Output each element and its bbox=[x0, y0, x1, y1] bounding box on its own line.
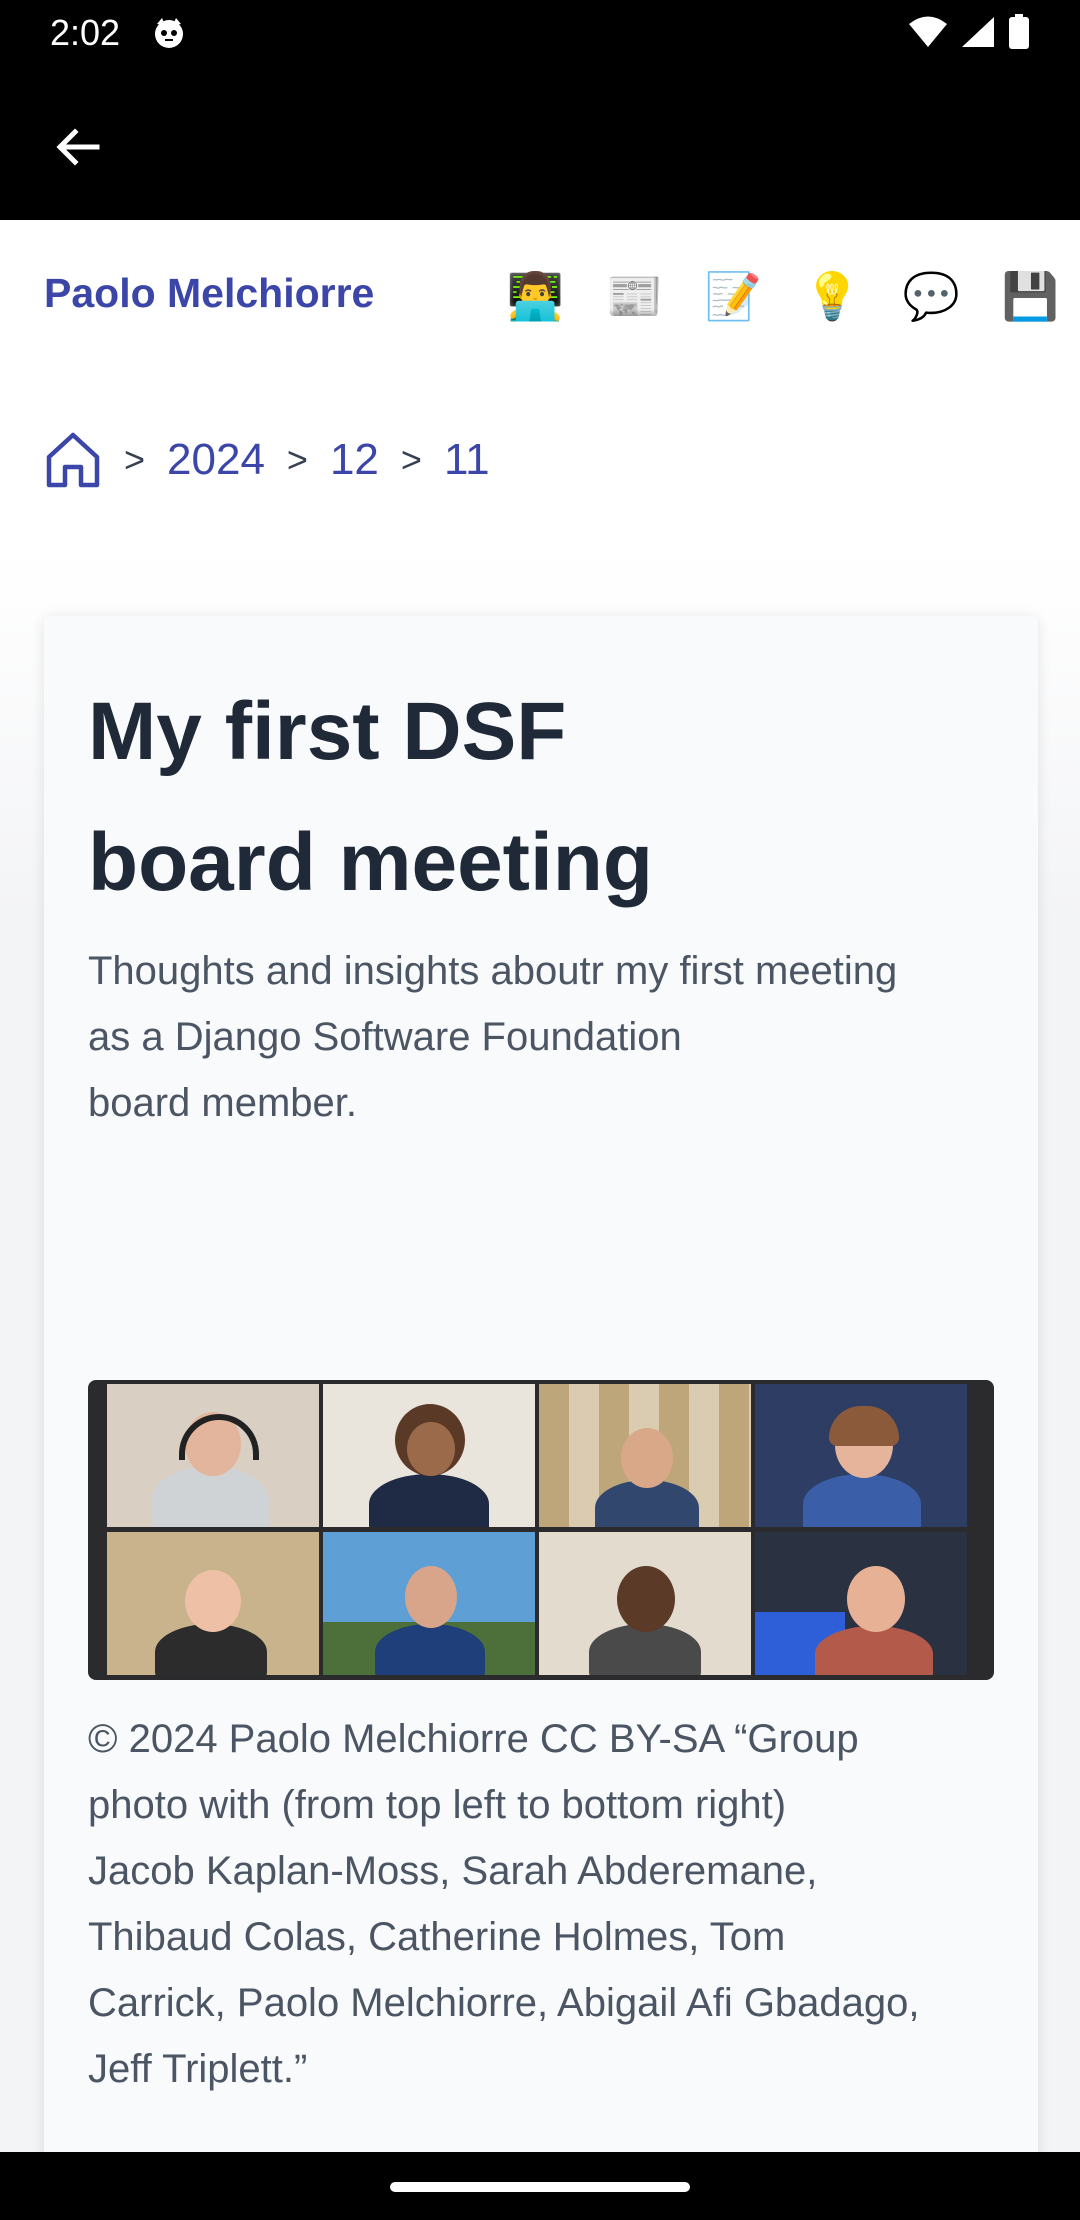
home-gesture-handle[interactable] bbox=[390, 2182, 690, 2192]
wifi-icon bbox=[909, 16, 947, 47]
breadcrumb-day[interactable]: 11 bbox=[444, 435, 490, 485]
light-bulb-icon[interactable]: 💡 bbox=[783, 268, 882, 324]
web-content: Paolo Melchiorre 👨‍💻 📰 📝 💡 💬 💾 > 2024 > … bbox=[0, 220, 1080, 2152]
breadcrumb-year[interactable]: 2024 bbox=[167, 435, 265, 485]
app-bar bbox=[0, 66, 1080, 220]
breadcrumb-home[interactable] bbox=[44, 431, 102, 489]
post-subtitle-line: board member. bbox=[88, 1081, 358, 1125]
photo-tile bbox=[755, 1384, 967, 1527]
photo-tile bbox=[755, 1532, 967, 1675]
post-subtitle: Thoughts and insights aboutr my first me… bbox=[88, 938, 1008, 1136]
photo-tile bbox=[107, 1532, 319, 1675]
caption-line: Jeff Triplett.” bbox=[88, 2047, 308, 2091]
floppy-disk-icon[interactable]: 💾 bbox=[981, 268, 1080, 324]
post-subtitle-line: as a Django Software Foundation bbox=[88, 1015, 682, 1059]
status-bar: 2:02 bbox=[0, 0, 1080, 66]
battery-icon bbox=[1009, 14, 1029, 49]
photo-tile bbox=[107, 1384, 319, 1527]
breadcrumb-separator: > bbox=[124, 439, 146, 480]
caption-line: Thibaud Colas, Catherine Holmes, Tom bbox=[88, 1915, 786, 1959]
photo-tile bbox=[539, 1384, 751, 1527]
post-title-line: My first DSF bbox=[88, 686, 567, 777]
breadcrumb-separator: > bbox=[400, 439, 422, 480]
post-subtitle-line: Thoughts and insights aboutr my first me… bbox=[88, 949, 898, 993]
signal-icon bbox=[962, 17, 994, 47]
photo-tile bbox=[539, 1532, 751, 1675]
status-icons bbox=[908, 14, 1030, 50]
group-photo bbox=[88, 1380, 994, 1680]
back-button[interactable] bbox=[40, 110, 114, 184]
caption-line: © 2024 Paolo Melchiorre CC BY-SA “Group bbox=[88, 1717, 859, 1761]
status-time: 2:02 bbox=[50, 12, 121, 53]
home-icon bbox=[46, 432, 100, 488]
breadcrumb-separator: > bbox=[286, 439, 308, 480]
memo-icon[interactable]: 📝 bbox=[684, 268, 783, 324]
site-nav: 👨‍💻 📰 📝 💡 💬 💾 bbox=[486, 268, 1080, 324]
screen: 2:02 bbox=[0, 0, 1080, 2220]
site-header: Paolo Melchiorre 👨‍💻 📰 📝 💡 💬 💾 bbox=[0, 220, 1080, 370]
newspaper-icon[interactable]: 📰 bbox=[585, 268, 684, 324]
caption-line: Carrick, Paolo Melchiorre, Abigail Afi G… bbox=[88, 1981, 920, 2025]
arrow-left-icon bbox=[56, 128, 100, 166]
cat-notification-icon bbox=[155, 18, 183, 48]
developer-icon[interactable]: 👨‍💻 bbox=[486, 268, 585, 324]
photo-tile bbox=[323, 1384, 535, 1527]
post-title-line: board meeting bbox=[88, 817, 653, 908]
speech-bubble-icon[interactable]: 💬 bbox=[882, 268, 981, 324]
breadcrumb-month[interactable]: 12 bbox=[330, 435, 379, 485]
post-card: My first DSF board meeting Thoughts and … bbox=[44, 616, 1038, 2152]
photo-caption: © 2024 Paolo Melchiorre CC BY-SA “Group … bbox=[88, 1706, 1008, 2102]
photo-tile bbox=[323, 1532, 535, 1675]
system-nav-bar bbox=[0, 2152, 1080, 2220]
site-title-link[interactable]: Paolo Melchiorre bbox=[44, 270, 374, 317]
caption-line: Jacob Kaplan-Moss, Sarah Abderemane, bbox=[88, 1849, 818, 1893]
caption-line: photo with (from top left to bottom righ… bbox=[88, 1783, 787, 1827]
breadcrumb: > 2024 > 12 > 11 bbox=[44, 420, 490, 500]
post-title: My first DSF board meeting bbox=[88, 666, 988, 928]
